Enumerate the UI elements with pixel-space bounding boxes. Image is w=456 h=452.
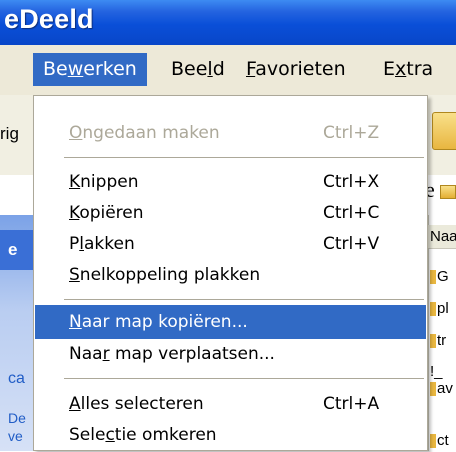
file-icon (430, 434, 436, 449)
label-part: map verplaatsen... (109, 344, 275, 364)
menu-item-label: Snelkoppeling plakken (69, 258, 260, 292)
label-part: akken (84, 234, 135, 254)
label-accelerator: O (69, 123, 83, 143)
file-icon (430, 382, 436, 397)
menu-item-label: Plakken (69, 227, 135, 261)
list-item-label: G (437, 268, 449, 285)
task-pane-link[interactable]: ve (8, 428, 23, 444)
menu-item-select-all[interactable]: Alles selecteren Ctrl+A (35, 387, 426, 421)
menu-label: Be (43, 58, 68, 80)
folders-icon[interactable] (432, 112, 456, 150)
file-icon (430, 302, 436, 317)
menu-item-label: Knippen (69, 165, 138, 199)
menu-label: erken (83, 58, 137, 80)
menu-label: d (212, 58, 225, 80)
menu-bar: Bewerken Beeld Favorieten Extra (0, 45, 456, 95)
menu-label: Bee (171, 58, 208, 80)
menu-favorieten[interactable]: Favorieten (236, 53, 356, 86)
menu-item-undo[interactable]: Ongedaan maken Ctrl+Z (35, 116, 426, 150)
task-pane-link[interactable]: ca (8, 370, 25, 388)
file-icon (430, 334, 436, 349)
edit-menu-dropdown: Ongedaan maken Ctrl+Z Knippen Ctrl+X Kop… (33, 95, 428, 451)
menu-separator (64, 378, 424, 379)
menu-item-invert-selection[interactable]: Selectie omkeren (35, 418, 426, 452)
menu-item-label: Alles selecteren (69, 387, 204, 421)
list-item[interactable]: !_ (430, 363, 456, 380)
menu-item-shortcut: Ctrl+Z (323, 123, 380, 143)
label-accelerator: A (69, 394, 81, 414)
label-part: ngedaan maken (82, 123, 220, 143)
label-part: lles selecteren (80, 394, 204, 414)
menu-item-label: Ongedaan maken (69, 116, 220, 150)
list-item-label: pl (437, 300, 449, 317)
menu-item-paste[interactable]: Plakken Ctrl+V (35, 227, 426, 261)
label-part: tie omkeren (114, 425, 217, 445)
file-icon (430, 270, 436, 285)
menu-item-label: Naar map verplaatsen... (69, 337, 275, 371)
label-part: Sele (69, 425, 106, 445)
list-item-label: ct (437, 432, 449, 449)
menu-accelerator: x (395, 58, 407, 80)
menu-item-paste-shortcut[interactable]: Snelkoppeling plakken (35, 258, 426, 292)
menu-label: avorieten (255, 58, 346, 80)
toolbar-label-fragment: rig (0, 124, 19, 143)
menu-item-move-to-folder[interactable]: Naar map verplaatsen... (35, 337, 426, 371)
menu-separator (64, 299, 424, 300)
list-item-label: !_ (430, 363, 443, 380)
list-item[interactable]: pl (430, 300, 456, 317)
menu-item-copy-to-folder[interactable]: Naar map kopiëren... (35, 305, 426, 339)
label-part: nippen (80, 172, 139, 192)
list-item-label: tr (437, 332, 447, 349)
menu-accelerator: w (67, 58, 84, 80)
menu-item-label: Selectie omkeren (69, 418, 217, 452)
task-pane-header[interactable] (0, 230, 36, 270)
list-item[interactable]: G (430, 268, 456, 285)
window-title: eDeeld (4, 4, 94, 34)
label-part: opiëren (79, 203, 144, 223)
title-bar: eDeeld (0, 0, 456, 45)
label-part: aar map kopiëren... (81, 312, 248, 332)
menu-beeld[interactable]: Beeld (161, 53, 235, 86)
label-accelerator: c (105, 425, 115, 445)
menu-item-copy[interactable]: Kopiëren Ctrl+C (35, 196, 426, 230)
label-accelerator: K (69, 172, 81, 192)
menu-separator (64, 157, 424, 158)
list-item[interactable]: ct (430, 432, 456, 449)
column-header-name[interactable]: Naa (428, 225, 456, 249)
menu-extra[interactable]: Extra (373, 53, 443, 86)
menu-accelerator: F (246, 58, 256, 80)
folder-icon (440, 185, 456, 199)
task-pane-header-text: e (8, 240, 18, 259)
label-accelerator: N (69, 312, 82, 332)
menu-item-shortcut: Ctrl+C (323, 203, 380, 223)
label-accelerator: S (69, 265, 80, 285)
menu-label: E (383, 58, 396, 80)
label-part: P (69, 234, 80, 254)
list-item[interactable]: tr (430, 332, 456, 349)
menu-label: tra (406, 58, 434, 80)
menu-item-label: Naar map kopiëren... (69, 305, 248, 339)
list-item[interactable]: av (430, 380, 456, 397)
menu-bewerken[interactable]: Bewerken (33, 53, 147, 86)
label-accelerator: K (69, 203, 80, 223)
menu-item-shortcut: Ctrl+X (323, 172, 380, 192)
menu-item-label: Kopiëren (69, 196, 144, 230)
label-part: nelkoppeling plakken (79, 265, 261, 285)
task-pane-link[interactable]: De (8, 410, 26, 426)
menu-item-shortcut: Ctrl+A (323, 394, 380, 414)
list-item-label: av (437, 380, 453, 397)
menu-item-cut[interactable]: Knippen Ctrl+X (35, 165, 426, 199)
menu-item-shortcut: Ctrl+V (323, 234, 380, 254)
label-accelerator: r (102, 344, 110, 364)
label-part: Naa (69, 344, 103, 364)
